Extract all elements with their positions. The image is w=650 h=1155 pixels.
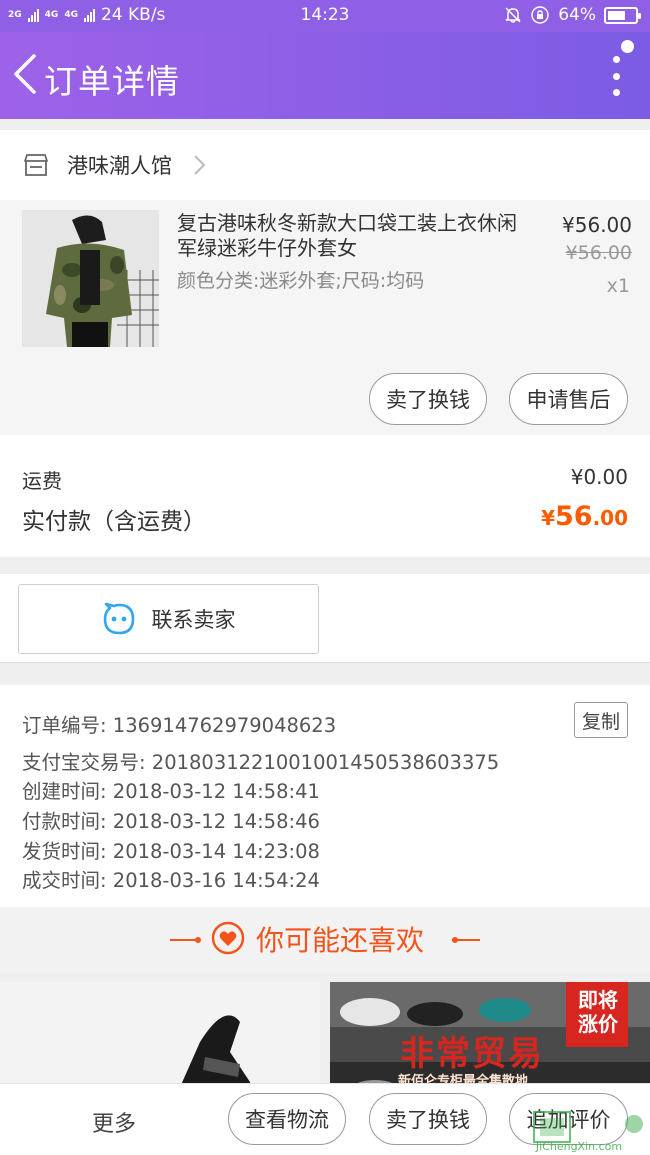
shipped-value: 2018-03-14 14:23:08 bbox=[112, 840, 320, 863]
product-title[interactable]: 复古港味秋冬新款大口袋工装上衣休闲军绿迷彩牛仔外套女 bbox=[177, 211, 522, 261]
more-vertical-icon[interactable] bbox=[610, 56, 622, 96]
paid-value: 2018-03-12 14:58:46 bbox=[112, 810, 320, 833]
product-original-price: ¥56.00 bbox=[565, 242, 632, 264]
battery-fill bbox=[608, 10, 625, 20]
divider-line-right bbox=[452, 939, 480, 941]
price-rise-badge: 即将涨价 bbox=[578, 988, 618, 1036]
paid-integer: 56 bbox=[554, 501, 593, 532]
rotation-lock-icon bbox=[531, 6, 549, 24]
battery-percent: 64% bbox=[558, 5, 596, 25]
chat-bubble-icon bbox=[103, 602, 134, 635]
contact-section: 联系卖家 bbox=[0, 574, 650, 663]
apply-after-sale-button[interactable]: 申请售后 bbox=[509, 373, 628, 425]
done-value: 2018-03-16 14:54:24 bbox=[112, 869, 320, 892]
product-quantity: x1 bbox=[606, 275, 630, 297]
site-watermark: JiChengXin.com bbox=[508, 1110, 650, 1155]
created-label: 创建时间: bbox=[22, 780, 107, 803]
alipay-label: 支付宝交易号: bbox=[22, 751, 146, 774]
paid-currency: ¥ bbox=[541, 506, 555, 530]
view-logistics-button[interactable]: 查看物流 bbox=[228, 1093, 346, 1145]
paid-label: 付款时间: bbox=[22, 810, 107, 833]
paid-decimal: .00 bbox=[592, 506, 628, 530]
banner-title: 非常贸易 bbox=[400, 1034, 544, 1074]
contact-seller-button[interactable]: 联系卖家 bbox=[18, 584, 319, 654]
page-title: 订单详情 bbox=[44, 62, 180, 101]
product-thumbnail[interactable] bbox=[22, 210, 159, 347]
shop-name: 港味潮人馆 bbox=[67, 154, 172, 178]
shop-row[interactable]: 港味潮人馆 bbox=[0, 130, 650, 200]
notification-dot bbox=[621, 40, 634, 53]
order-item[interactable]: 复古港味秋冬新款大口袋工装上衣休闲军绿迷彩牛仔外套女 颜色分类:迷彩外套;尺码:… bbox=[0, 200, 650, 435]
mute-bell-icon bbox=[505, 7, 521, 23]
watermark-text: JiChengXin.com bbox=[535, 1140, 623, 1153]
copy-button[interactable]: 复制 bbox=[574, 702, 628, 738]
paid-total-label: 实付款（含运费） bbox=[22, 509, 206, 535]
divider-line-left bbox=[170, 939, 198, 941]
done-label: 成交时间: bbox=[22, 869, 107, 892]
order-number-label: 订单编号: bbox=[22, 714, 107, 737]
product-photo bbox=[22, 210, 159, 347]
more-button[interactable]: 更多 bbox=[92, 1106, 136, 1138]
sell-for-cash-bottom-button[interactable]: 卖了换钱 bbox=[369, 1093, 487, 1145]
product-spec: 颜色分类:迷彩外套;尺码:均码 bbox=[177, 270, 425, 292]
paid-total-value: ¥56.00 bbox=[541, 501, 628, 532]
paid-time-row: 付款时间: 2018-03-12 14:58:46 bbox=[22, 805, 320, 834]
order-number-value: 136914762979048623 bbox=[112, 714, 337, 737]
created-value: 2018-03-12 14:58:41 bbox=[112, 780, 320, 803]
recommend-header: 你可能还喜欢 bbox=[0, 907, 650, 973]
order-info: 订单编号: 136914762979048623 复制 支付宝交易号: 2018… bbox=[0, 685, 650, 907]
store-icon bbox=[24, 154, 48, 176]
chevron-right-icon bbox=[194, 155, 206, 175]
status-bar: 2G 4G 4G 24 KB/s 14:23 64% bbox=[0, 0, 650, 32]
fee-summary: 运费 ¥0.00 实付款（含运费） ¥56.00 bbox=[0, 435, 650, 557]
alipay-number-row: 支付宝交易号: 2018031221001001450538603375 bbox=[22, 746, 499, 775]
shipping-label: 运费 bbox=[22, 469, 62, 493]
status-right: 64% bbox=[504, 5, 641, 25]
divider-dot-left bbox=[195, 937, 201, 943]
recommend-title: 你可能还喜欢 bbox=[256, 924, 425, 957]
contact-seller-label: 联系卖家 bbox=[151, 608, 236, 632]
created-time-row: 创建时间: 2018-03-12 14:58:41 bbox=[22, 775, 320, 804]
order-number-row: 订单编号: 136914762979048623 bbox=[22, 709, 336, 738]
heart-icon bbox=[211, 921, 245, 955]
battery-icon bbox=[604, 6, 641, 24]
product-price: ¥56.00 bbox=[562, 213, 632, 237]
alipay-value: 2018031221001001450538603375 bbox=[151, 751, 500, 774]
done-time-row: 成交时间: 2018-03-16 14:54:24 bbox=[22, 864, 320, 893]
sell-for-cash-button[interactable]: 卖了换钱 bbox=[369, 373, 487, 425]
shipped-label: 发货时间: bbox=[22, 840, 107, 863]
shipped-time-row: 发货时间: 2018-03-14 14:23:08 bbox=[22, 835, 320, 864]
app-header: 订单详情 bbox=[0, 32, 650, 119]
back-arrow-icon[interactable] bbox=[10, 52, 40, 96]
shipping-value: ¥0.00 bbox=[570, 465, 628, 489]
